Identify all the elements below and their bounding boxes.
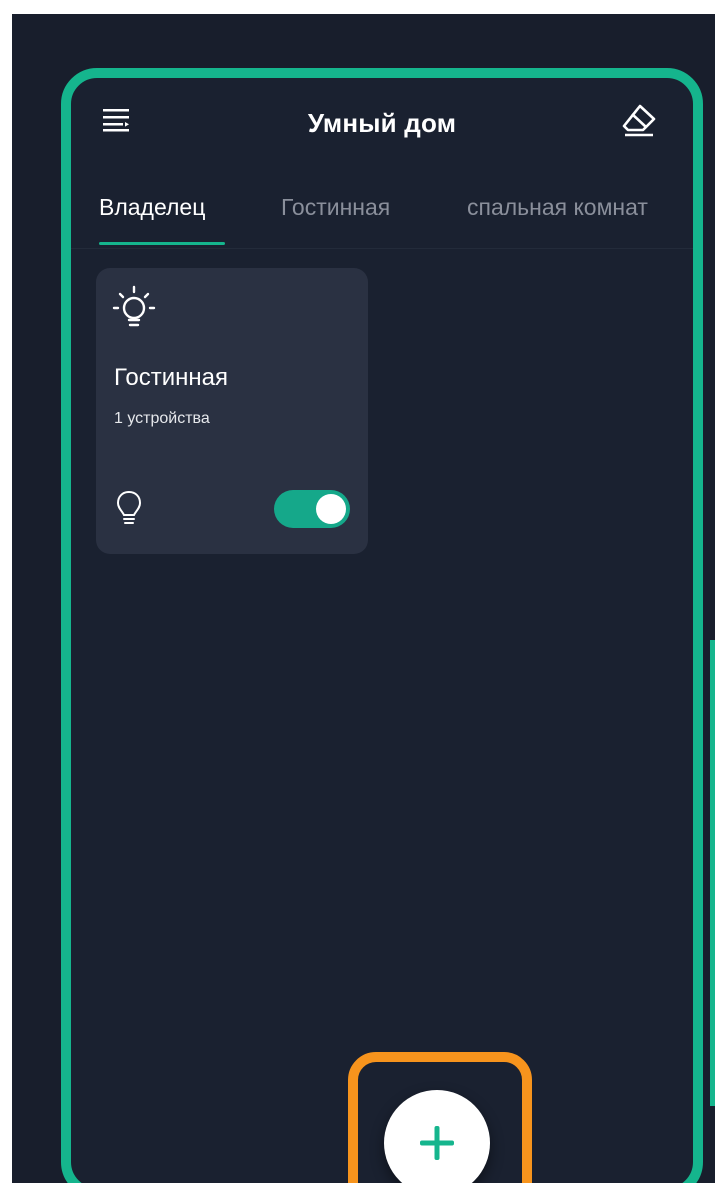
tab-living-room[interactable]: Гостинная xyxy=(281,194,390,221)
eraser-icon[interactable] xyxy=(619,102,659,138)
phone-frame: Умный дом Владелец Гостинная спальная ко… xyxy=(61,68,703,1183)
active-tab-indicator xyxy=(99,242,225,245)
room-title: Гостинная xyxy=(114,364,228,391)
top-bar: Умный дом xyxy=(71,78,693,168)
app-screen: Умный дом Владелец Гостинная спальная ко… xyxy=(12,14,715,1183)
scrollbar[interactable] xyxy=(710,640,715,1106)
tab-bedroom[interactable]: спальная комнат xyxy=(467,194,648,221)
tab-owner[interactable]: Владелец xyxy=(99,194,205,221)
plus-icon xyxy=(420,1126,454,1160)
room-card[interactable]: Гостинная 1 устройства xyxy=(96,268,368,554)
lightbulb-outline-icon xyxy=(116,490,142,526)
device-count: 1 устройства xyxy=(114,410,210,427)
room-power-toggle[interactable] xyxy=(274,490,350,528)
page-title: Умный дом xyxy=(307,108,457,138)
toggle-knob xyxy=(316,494,346,524)
lightbulb-icon xyxy=(112,284,156,334)
room-tabs: Владелец Гостинная спальная комнат xyxy=(71,178,693,249)
